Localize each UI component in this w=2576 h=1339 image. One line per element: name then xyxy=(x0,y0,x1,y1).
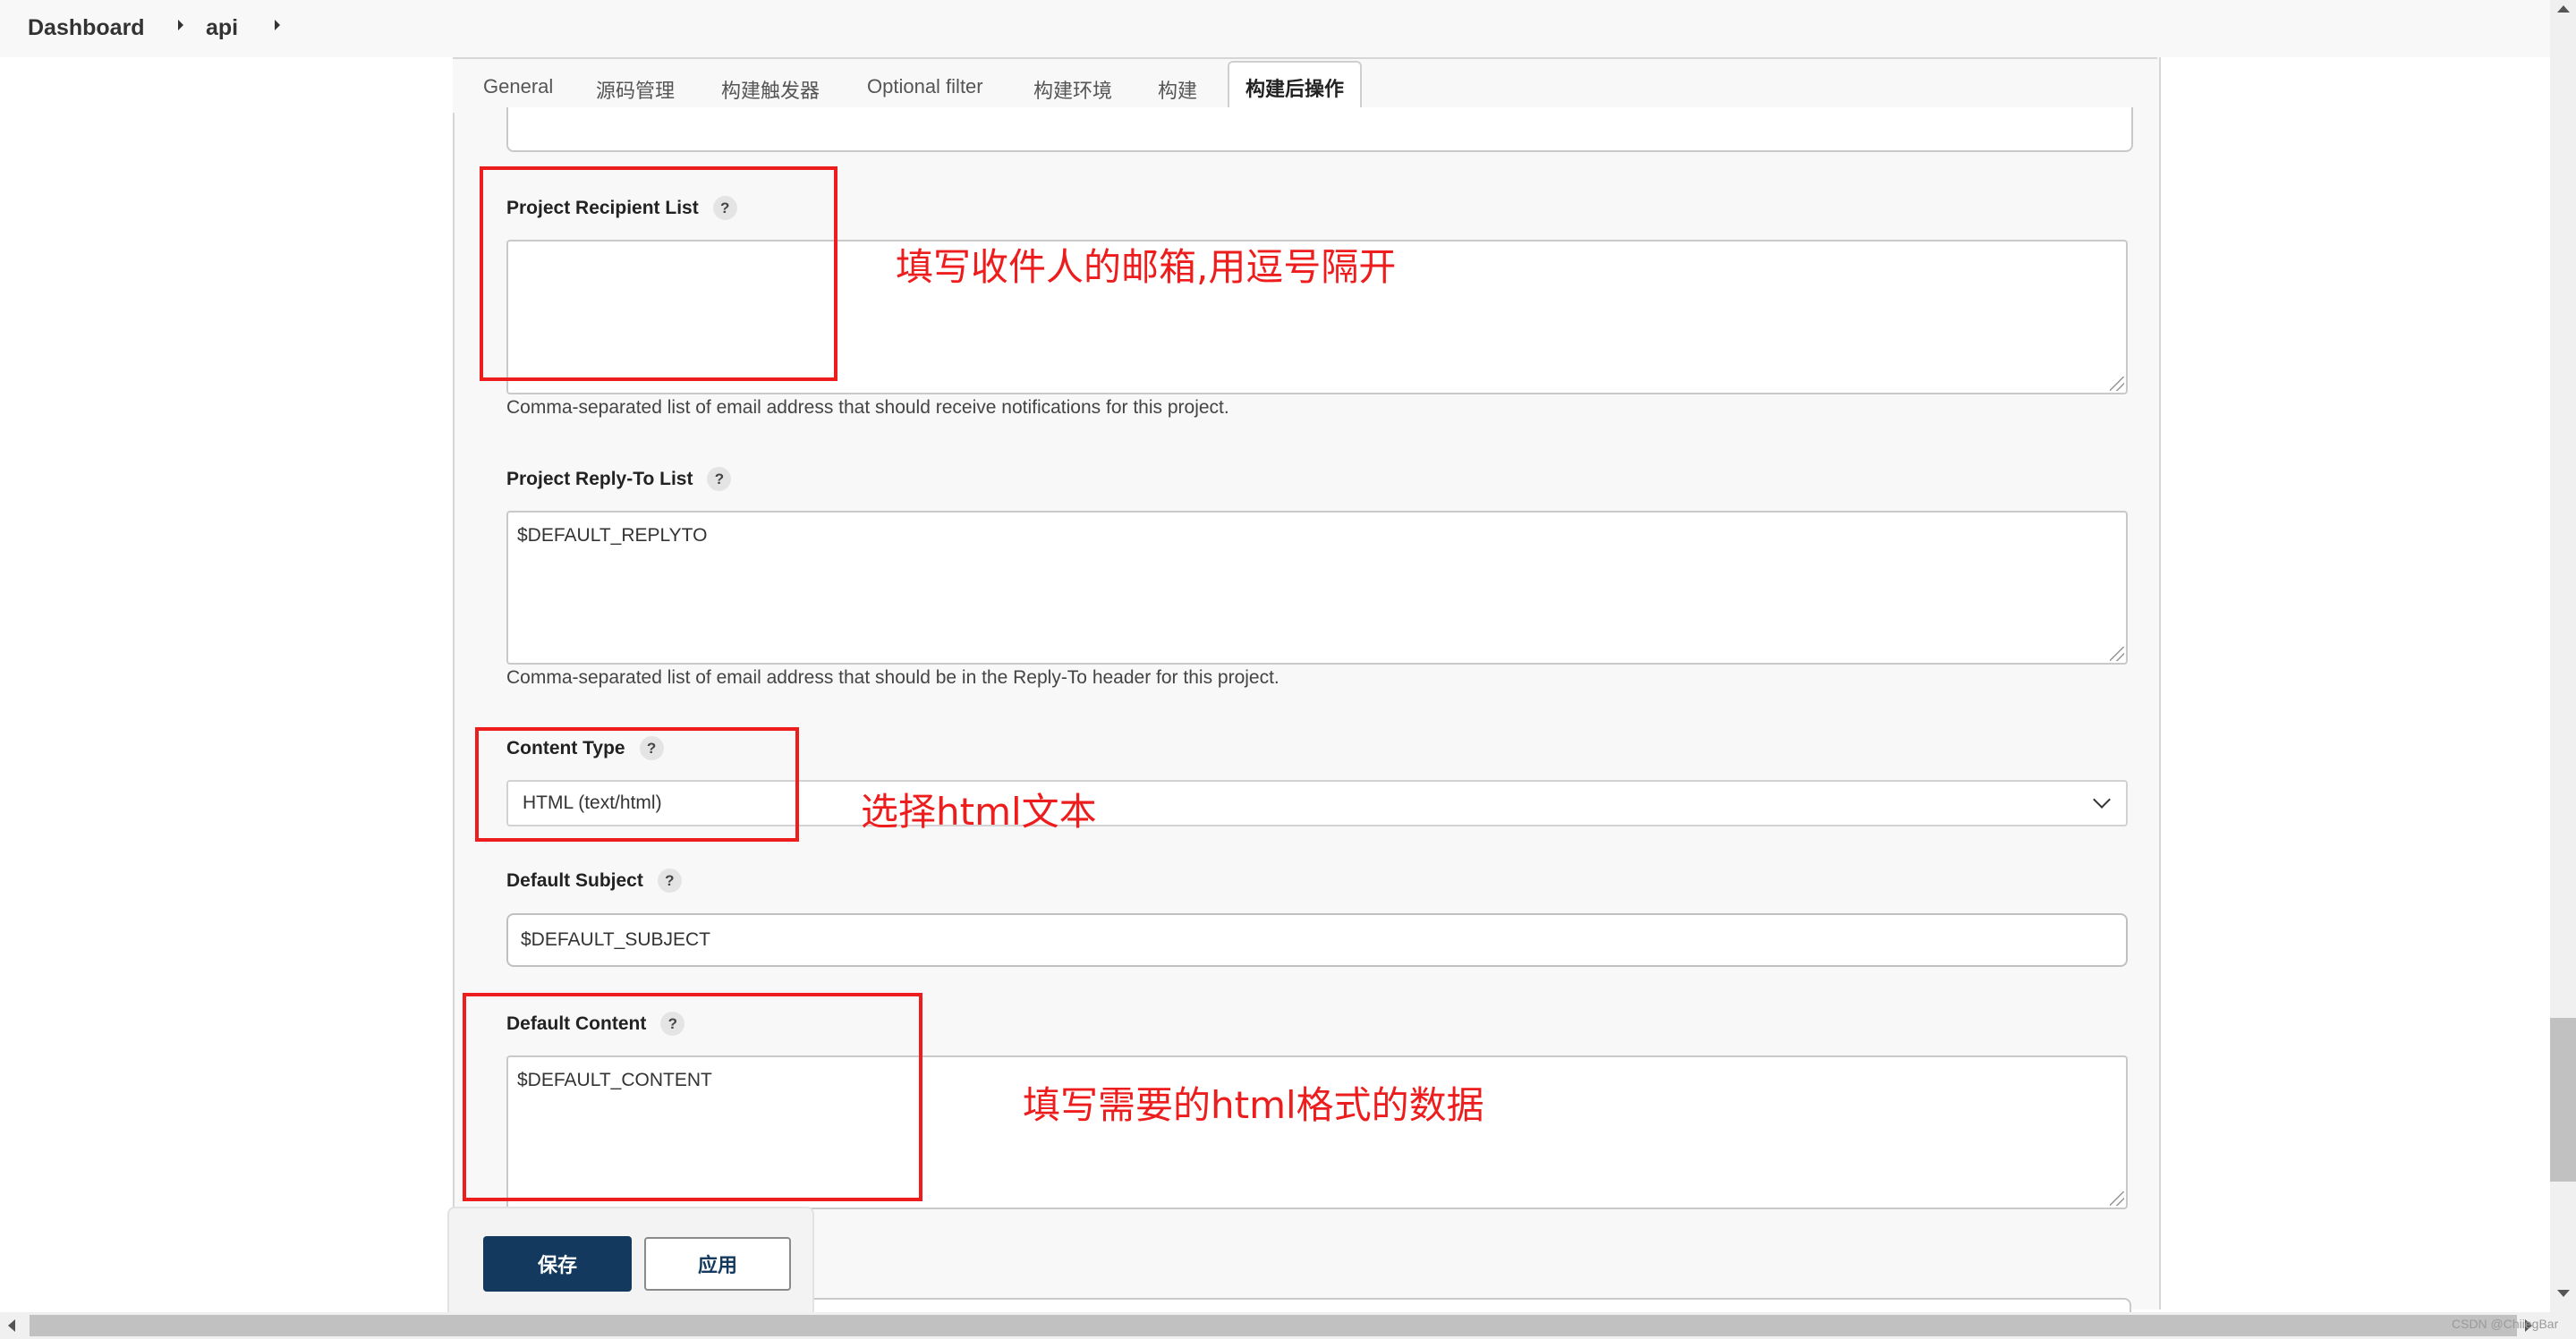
reply-to-textarea[interactable]: $DEFAULT_REPLYTO xyxy=(506,511,2128,665)
annotation-content-type: 选择html文本 xyxy=(861,790,1097,834)
vertical-scrollbar-thumb[interactable] xyxy=(2550,1018,2576,1182)
subject-label-text: Default Subject xyxy=(506,869,643,891)
breadcrumb-project-link[interactable]: api xyxy=(206,15,238,41)
tab-build[interactable]: 构建 xyxy=(1158,75,1197,104)
resize-handle-icon[interactable] xyxy=(2110,647,2124,661)
tab-scm[interactable]: 源码管理 xyxy=(596,75,675,104)
resize-handle-icon[interactable] xyxy=(2110,377,2124,391)
subject-label: Default Subject ? xyxy=(506,869,682,893)
resize-handle-icon[interactable] xyxy=(2110,1191,2124,1206)
annotation-box-recipient xyxy=(480,166,837,381)
recipient-description: Comma-separated list of email address th… xyxy=(506,397,1229,418)
breadcrumb-separator-icon[interactable] xyxy=(275,20,280,30)
tab-build-environment[interactable]: 构建环境 xyxy=(1033,75,1112,104)
annotation-recipient: 填写收件人的邮箱,用逗号隔开 xyxy=(896,245,1397,289)
reply-to-description: Comma-separated list of email address th… xyxy=(506,667,1279,688)
annotation-box-content xyxy=(463,993,922,1201)
tab-optional-filter[interactable]: Optional filter xyxy=(867,75,983,98)
subject-input[interactable]: $DEFAULT_SUBJECT xyxy=(506,913,2128,967)
breadcrumb xyxy=(0,0,2550,57)
tab-post-build-actions[interactable]: 构建后操作 xyxy=(1228,61,1362,113)
scroll-up-icon[interactable] xyxy=(2557,5,2570,13)
help-icon[interactable]: ? xyxy=(707,467,732,491)
annotation-box-content-type xyxy=(475,727,799,842)
breadcrumb-separator-icon[interactable] xyxy=(178,20,183,30)
annotation-content: 填写需要的html格式的数据 xyxy=(1023,1083,1484,1127)
scroll-left-icon[interactable] xyxy=(8,1319,15,1332)
watermark: CSDN @ChiiegBar xyxy=(2452,1317,2559,1331)
save-button[interactable]: 保存 xyxy=(483,1236,632,1292)
reply-to-label-text: Project Reply-To List xyxy=(506,468,693,489)
apply-button[interactable]: 应用 xyxy=(644,1237,791,1291)
help-icon[interactable]: ? xyxy=(657,869,682,893)
tab-general[interactable]: General xyxy=(483,75,553,98)
horizontal-scrollbar-thumb[interactable] xyxy=(30,1315,2517,1336)
reply-to-label: Project Reply-To List ? xyxy=(506,467,732,491)
breadcrumb-dashboard-link[interactable]: Dashboard xyxy=(28,15,145,41)
chevron-down-icon xyxy=(2093,791,2111,809)
previous-field-input[interactable] xyxy=(506,107,2133,152)
tab-build-triggers[interactable]: 构建触发器 xyxy=(721,75,820,104)
scroll-down-icon[interactable] xyxy=(2557,1290,2570,1297)
